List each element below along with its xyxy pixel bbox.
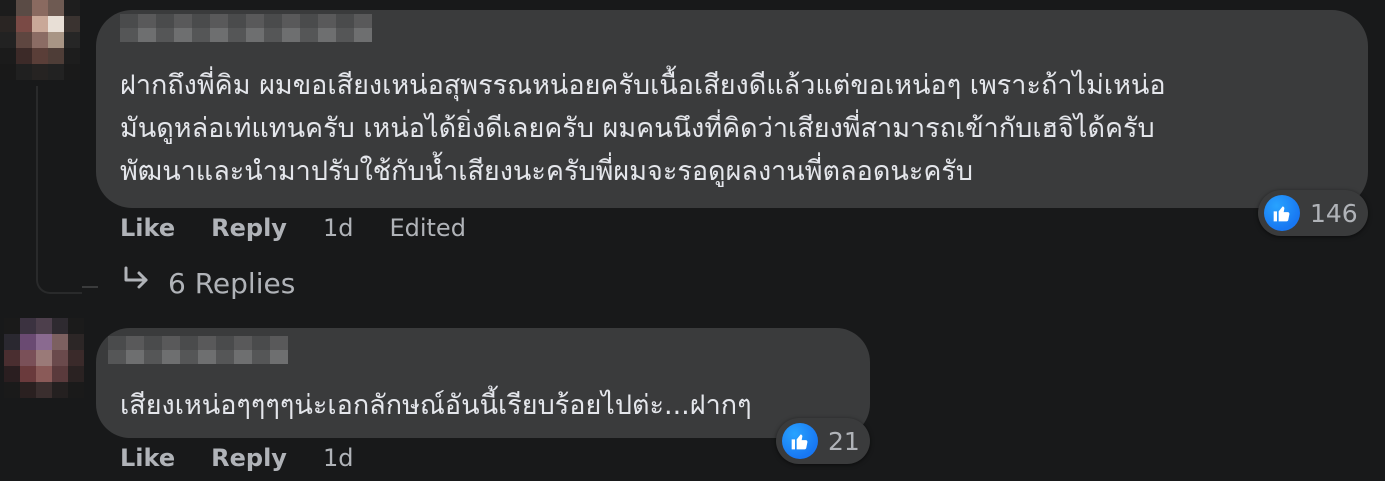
commenter-name-blurred[interactable] [120,14,372,42]
comment-actions: Like Reply 1d [120,444,353,472]
avatar[interactable] [0,0,80,80]
like-icon [782,423,818,459]
comment-thread: ฝากถึงพี่คิม ผมขอเสียงเหน่อสุพรรณหน่อยคร… [0,0,1385,481]
reaction-summary[interactable]: 21 [776,418,870,464]
view-replies-link[interactable]: 6 Replies [120,266,295,301]
replies-connector [82,286,98,288]
replies-count-label: 6 Replies [168,267,296,300]
reply-button[interactable]: Reply [211,444,287,472]
reply-button[interactable]: Reply [211,214,287,242]
like-button[interactable]: Like [120,444,175,472]
comment-bubble: เสียงเหน่อๆๆๆๆน่ะเอกลักษณ์อันนี้เรียบร้อ… [96,328,870,438]
comment-text: ฝากถึงพี่คิม ผมขอเสียงเหน่อสุพรรณหน่อยคร… [120,70,1166,187]
commenter-name-blurred[interactable] [108,336,298,364]
reaction-summary[interactable]: 146 [1258,190,1368,236]
edited-label[interactable]: Edited [389,214,465,242]
thread-connector-line [36,86,82,294]
comment-timestamp[interactable]: 1d [323,444,354,472]
like-icon [1264,195,1300,231]
comment-text: เสียงเหน่อๆๆๆๆน่ะเอกลักษณ์อันนี้เรียบร้อ… [120,390,752,421]
reaction-count: 21 [828,426,860,456]
like-button[interactable]: Like [120,214,175,242]
reaction-count: 146 [1310,198,1358,228]
comment-bubble: ฝากถึงพี่คิม ผมขอเสียงเหน่อสุพรรณหน่อยคร… [96,10,1368,208]
avatar[interactable] [4,318,84,398]
reply-arrow-icon [120,266,152,301]
comment-actions: Like Reply 1d Edited [120,214,466,242]
comment-timestamp[interactable]: 1d [323,214,354,242]
